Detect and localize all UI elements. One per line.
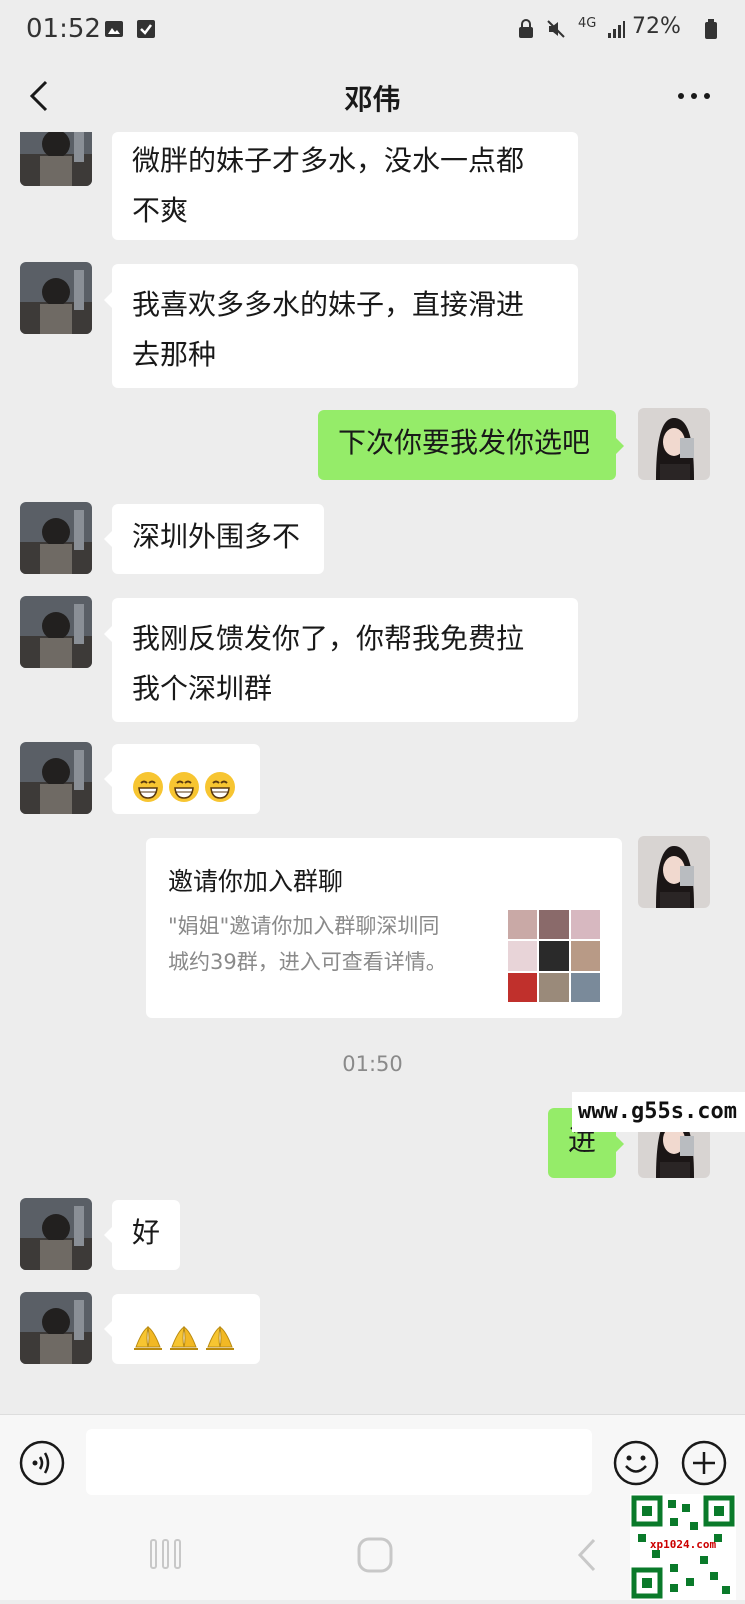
message-text-line: 不爽 [132, 194, 189, 227]
smiley-icon[interactable] [612, 1439, 660, 1487]
message-timestamp: 01:50 [342, 1052, 403, 1076]
gallery-notification-icon [105, 21, 123, 37]
message-text-line: 好 [132, 1216, 161, 1249]
self-avatar[interactable] [638, 408, 710, 480]
grin-emoji-icon [205, 772, 235, 802]
chat-title: 邓伟 [344, 83, 401, 116]
message-bubble[interactable]: 好 [104, 1200, 180, 1270]
plus-circle-icon[interactable] [680, 1439, 728, 1487]
message-text-line: 我个深圳群 [132, 672, 273, 705]
group-avatar-grid [508, 910, 600, 1002]
voice-icon[interactable] [18, 1439, 66, 1487]
group-invite-card[interactable]: 邀请你加入群聊 "娟姐"邀请你加入群聊深圳同 城约39群，进入可查看详情。 [146, 838, 622, 1018]
self-avatar[interactable] [638, 836, 710, 908]
network-type: 4G [578, 16, 597, 31]
status-bar: 01:52 4G 72% [0, 0, 745, 62]
card-title: 邀请你加入群聊 [168, 867, 344, 896]
contact-avatar[interactable] [20, 1292, 92, 1364]
card-description: "娟姐"邀请你加入群聊深圳同 城约39群，进入可查看详情。 [168, 908, 488, 980]
message-text-line: 深圳外围多不 [132, 520, 301, 553]
pray-emoji-icon [134, 1325, 162, 1350]
contact-avatar[interactable] [20, 262, 92, 334]
message-text-line: 下次你要我发你选吧 [338, 426, 591, 459]
contact-avatar[interactable] [20, 132, 92, 186]
message-bubble[interactable]: 我喜欢多多水的妹子，直接滑进 去那种 [104, 264, 578, 388]
recent-apps-icon[interactable] [148, 1536, 184, 1572]
lock-icon [519, 19, 533, 38]
message-input[interactable] [86, 1429, 592, 1495]
home-icon[interactable] [356, 1536, 394, 1574]
grin-emoji-icon [169, 772, 199, 802]
contact-avatar[interactable] [20, 742, 92, 814]
grin-emoji-icon [133, 772, 163, 802]
message-list[interactable]: 微胖的妹子才多水，没水一点都 不爽 我喜欢多多水的妹子，直接滑进 去那种 下次你… [0, 132, 745, 1414]
battery-icon [705, 19, 717, 39]
message-bubble-outgoing[interactable]: 下次你要我发你选吧 [318, 410, 624, 480]
status-time: 01:52 [26, 14, 101, 44]
site-watermark: www.g55s.com [572, 1092, 745, 1132]
qr-watermark-text: xp1024.com [649, 1538, 717, 1551]
qr-code-watermark: xp1024.com [630, 1494, 736, 1600]
card-desc-line: "娟姐"邀请你加入群聊深圳同 [168, 914, 440, 938]
back-nav-icon[interactable] [574, 1536, 598, 1574]
message-bubble[interactable] [104, 1294, 260, 1364]
message-text-line: 去那种 [132, 338, 217, 371]
contact-avatar[interactable] [20, 502, 92, 574]
card-desc-line: 城约39群，进入可查看详情。 [168, 950, 447, 974]
message-bubble[interactable]: 我刚反馈发你了，你帮我免费拉 我个深圳群 [104, 598, 578, 722]
message-text-line: 我喜欢多多水的妹子，直接滑进 [132, 288, 525, 321]
message-text-line: 我刚反馈发你了，你帮我免费拉 [132, 622, 525, 655]
message-bubble[interactable] [104, 744, 260, 814]
signal-icon [608, 21, 625, 38]
pray-emoji-icon [170, 1325, 198, 1350]
chat-header: 邓伟 [0, 62, 745, 132]
message-bubble[interactable]: 深圳外围多不 [104, 504, 324, 574]
checkbox-notification-icon [137, 20, 155, 38]
message-text-line: 微胖的妹子才多水，没水一点都 [132, 144, 525, 177]
contact-avatar[interactable] [20, 596, 92, 668]
pray-emoji-icon [206, 1325, 234, 1350]
message-bubble[interactable]: 微胖的妹子才多水，没水一点都 不爽 [112, 132, 578, 240]
mute-icon [547, 20, 565, 38]
more-dots-icon[interactable] [669, 76, 719, 116]
contact-avatar[interactable] [20, 1198, 92, 1270]
battery-percent: 72% [632, 14, 681, 39]
